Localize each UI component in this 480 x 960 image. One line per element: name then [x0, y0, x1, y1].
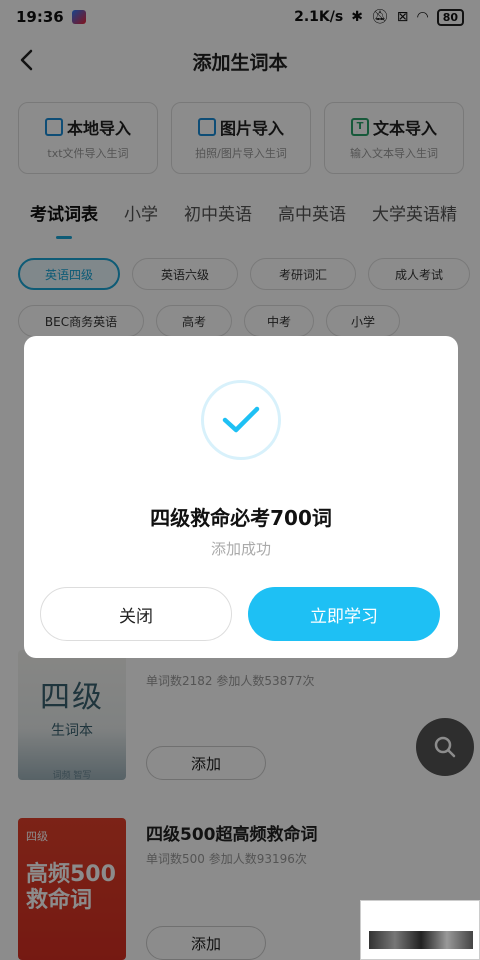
success-check-badge — [201, 380, 281, 460]
checkmark-icon — [222, 406, 260, 433]
dialog-title: 四级救命必考700词 — [150, 506, 332, 530]
preview-thumbnail[interactable] — [360, 900, 480, 960]
close-button[interactable]: 关闭 — [40, 587, 232, 641]
success-dialog: 四级救命必考700词 添加成功 关闭 立即学习 — [24, 336, 458, 658]
thumbnail-image — [369, 931, 473, 949]
start-study-button[interactable]: 立即学习 — [248, 587, 440, 641]
dialog-subtitle: 添加成功 — [210, 540, 271, 558]
